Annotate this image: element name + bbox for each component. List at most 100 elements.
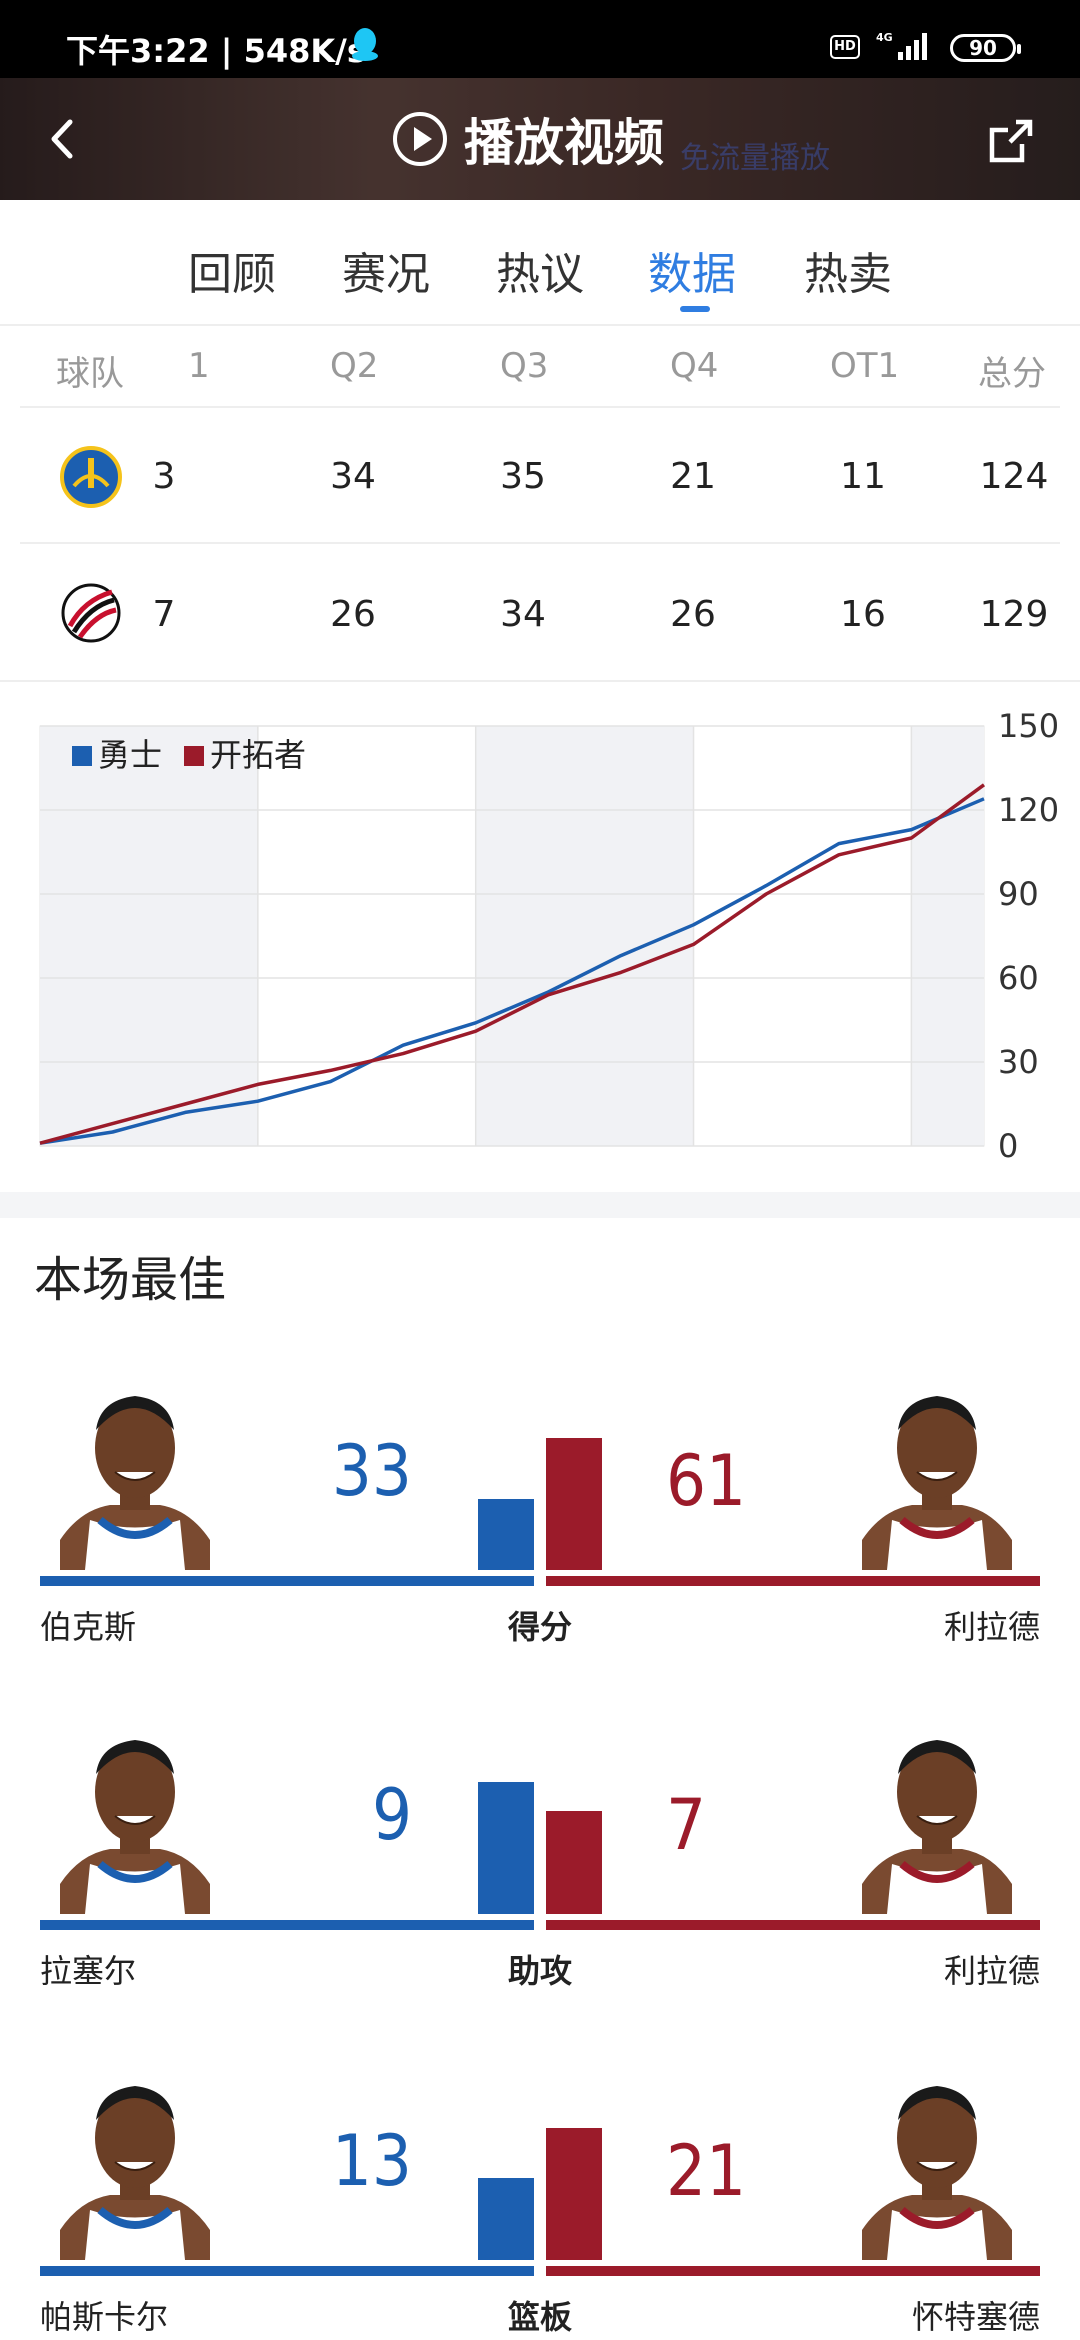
stat-row[interactable]: 33 61 伯克斯 得分 利拉德: [0, 1370, 1080, 1710]
blazers-q1: 7: [152, 594, 176, 635]
blazers-q2: 26: [330, 594, 376, 635]
tab-shop[interactable]: 热卖: [804, 238, 892, 302]
left-player-name[interactable]: 帕斯卡尔: [40, 2292, 168, 2338]
y-tick-label: 0: [998, 1127, 1018, 1165]
legend-swatch: [184, 746, 204, 766]
right-stat-value: 61: [666, 1440, 747, 1522]
row-divider: [0, 680, 1080, 682]
right-player-name[interactable]: 怀特塞德: [912, 2292, 1040, 2338]
left-stat-bar: [478, 1499, 534, 1570]
right-stat-line: [546, 2266, 1040, 2276]
tab-data[interactable]: 数据: [648, 238, 736, 302]
stat-row[interactable]: 13 21 帕斯卡尔 篮板 怀特塞德: [0, 2060, 1080, 2340]
right-player-name[interactable]: 利拉德: [944, 1946, 1040, 1992]
score-chart-svg: 150 120 90 60 30 0 勇士 开拓者: [39, 707, 1059, 1165]
stat-category-label: 助攻: [507, 1952, 572, 1990]
blazers-q3: 34: [500, 594, 546, 635]
right-stat-line: [546, 1920, 1040, 1930]
status-bar: 下午3:22 | 548K/s HD 4G 90: [0, 0, 1080, 78]
play-video-button[interactable]: 播放视频: [392, 106, 664, 172]
active-tab-indicator: [680, 306, 710, 312]
qq-icon: [352, 28, 378, 61]
back-arrow-icon[interactable]: [40, 114, 90, 164]
y-tick-label: 90: [998, 875, 1039, 913]
header-total: 总分: [978, 354, 1046, 394]
warriors-q4: 21: [670, 456, 716, 497]
right-player-photo: [842, 1370, 1036, 1570]
right-player-name[interactable]: 利拉德: [944, 1602, 1040, 1648]
warriors-ot1: 11: [840, 456, 886, 497]
y-tick-label: 30: [998, 1043, 1039, 1081]
stat-row[interactable]: 9 7 拉塞尔 助攻 利拉德: [0, 1714, 1080, 2054]
left-player-photo: [40, 1714, 234, 1914]
left-player-avatar: [60, 1396, 210, 1570]
header-q1: 1: [188, 346, 210, 386]
right-stat-value: 21: [666, 2130, 747, 2212]
hd-icon: HD: [830, 35, 860, 59]
header-ot1: OT1: [830, 346, 900, 386]
status-time: 下午3:22 | 548K/s: [66, 32, 366, 70]
right-player-photo: [842, 1714, 1036, 1914]
header-q3: Q3: [500, 346, 549, 386]
right-player-avatar: [862, 2086, 1012, 2260]
left-player-avatar: [60, 2086, 210, 2260]
left-stat-line: [40, 2266, 534, 2276]
y-tick-label: 150: [998, 707, 1059, 745]
tab-match-status[interactable]: 赛况: [342, 238, 430, 302]
score-progression-chart: 150 120 90 60 30 0 勇士 开拓者: [0, 684, 1080, 1192]
warriors-q2: 34: [330, 456, 376, 497]
left-player-name[interactable]: 拉塞尔: [40, 1946, 136, 1992]
left-player-avatar: [60, 1740, 210, 1914]
blazers-logo-icon: [61, 583, 121, 643]
blazers-ot1: 16: [840, 594, 886, 635]
legend-swatch: [72, 746, 92, 766]
quarter-shade: [475, 726, 694, 1146]
right-stat-value: 7: [666, 1784, 707, 1866]
blazers-q4: 26: [670, 594, 716, 635]
right-stat-bar: [546, 1438, 602, 1570]
quarter-shade: [911, 726, 984, 1146]
left-player-name[interactable]: 伯克斯: [40, 1602, 136, 1648]
battery-icon: 90: [950, 34, 1021, 62]
warriors-logo-icon: [60, 446, 122, 508]
warriors-total: 124: [979, 456, 1049, 497]
left-stat-value: 9: [371, 1774, 412, 1856]
y-tick-label: 60: [998, 959, 1039, 997]
right-player-avatar: [862, 1396, 1012, 1570]
left-stat-bar: [478, 1782, 534, 1914]
play-circle-icon: [393, 112, 447, 166]
left-stat-line: [40, 1576, 534, 1586]
svg-text:4G: 4G: [876, 31, 893, 44]
header-q4: Q4: [670, 346, 719, 386]
left-stat-value: 33: [331, 1430, 412, 1512]
best-players-title: 本场最佳: [34, 1252, 227, 1308]
stat-category-label: 得分: [507, 1608, 572, 1646]
left-player-photo: [40, 2060, 234, 2260]
left-stat-line: [40, 1920, 534, 1930]
tab-review[interactable]: 回顾: [188, 238, 276, 302]
left-player-photo: [40, 1370, 234, 1570]
quarter-shade: [40, 726, 258, 1146]
legend-label: 勇士: [98, 736, 162, 774]
play-video-label: 播放视频: [464, 114, 664, 172]
free-data-hint: 免流量播放: [680, 141, 830, 176]
right-player-avatar: [862, 1740, 1012, 1914]
blazers-total: 129: [979, 594, 1049, 635]
stat-category-label: 篮板: [507, 2298, 572, 2336]
warriors-q3: 35: [500, 456, 546, 497]
section-divider: [0, 1192, 1080, 1218]
right-player-photo: [842, 2060, 1036, 2260]
tab-bar: 回顾 赛况 热议 数据 热卖: [0, 200, 1080, 326]
score-table[interactable]: 球队 1 Q2 Q3 Q4 OT1 总分 3 34 35 21 11 124 7…: [0, 326, 1080, 682]
tab-discussion[interactable]: 热议: [496, 238, 584, 302]
row-divider: [20, 406, 1060, 408]
left-stat-bar: [478, 2178, 534, 2260]
signal-icon: 4G: [876, 31, 927, 60]
right-stat-bar: [546, 1811, 602, 1914]
share-icon[interactable]: [986, 116, 1036, 166]
video-header: 免流量播放 播放视频: [0, 78, 1080, 200]
row-divider: [20, 542, 1060, 544]
y-tick-label: 120: [998, 791, 1059, 829]
left-stat-value: 13: [331, 2120, 412, 2202]
right-stat-bar: [546, 2128, 602, 2260]
